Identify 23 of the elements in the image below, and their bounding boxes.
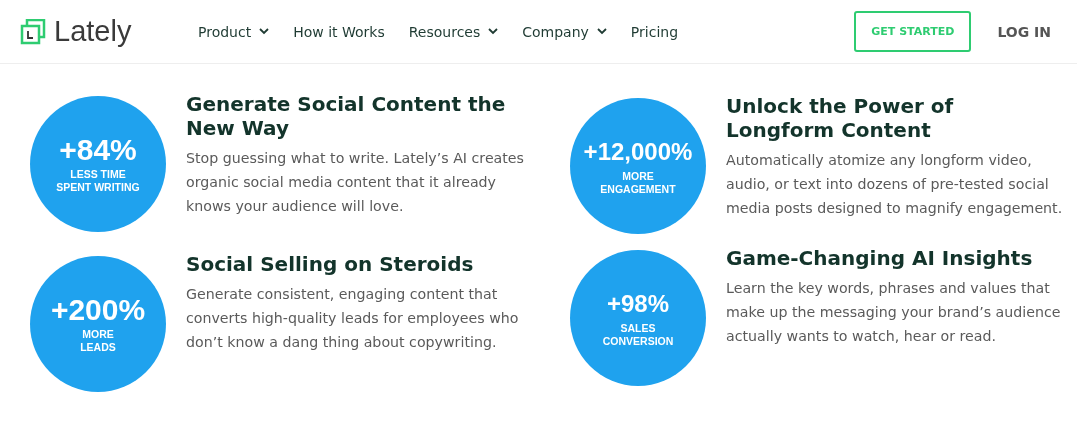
nav-link[interactable]: Company: [522, 23, 607, 40]
caret-icon[interactable]: [259, 28, 270, 35]
feature-title: Game-Changing AI Insights: [726, 246, 1034, 270]
feature-description: Stop guessing what to write. Lately’s AI creates organic social media content that it already knows your audience will love.: [186, 149, 525, 216]
logo-icon: [20, 18, 46, 45]
caret-icon[interactable]: [488, 28, 499, 35]
feature-description: Automatically atomize any longform video, audio, or text into dozens of pre-tested social media posts designed to magnify engagement.: [726, 151, 1064, 218]
login-link[interactable]: LOG IN: [997, 23, 1051, 40]
feature-title: Generate Social Content the New Way: [186, 92, 507, 140]
caret-icon[interactable]: [596, 28, 607, 35]
nav-link[interactable]: Pricing: [630, 23, 679, 40]
nav-link[interactable]: Resources: [408, 23, 499, 40]
feature-description: Generate consistent, engaging content that converts high-quality leads for employees who don’t know a dang thing about copywriting.: [186, 285, 520, 352]
feature-title: Unlock the Power of Longform Content: [726, 94, 955, 142]
nav-link[interactable]: How it Works: [293, 23, 385, 40]
feature-description: Learn the key words, phrases and values that make up the messaging your brand’s audience actually wants to watch, hear or read.: [726, 279, 1062, 346]
nav-link[interactable]: Product: [198, 23, 270, 40]
stat-badge: +84% LESS TIME SPENT WRITING: [30, 96, 166, 232]
stat-badge: +98% SALES CONVERSION: [570, 250, 706, 386]
logo-text[interactable]: Lately: [54, 15, 132, 48]
feature-title: Social Selling on Steroids: [186, 252, 475, 276]
stat-badge: +200% MORE LEADS: [30, 256, 166, 392]
stat-badge: +12,000% MORE ENGAGEMENT: [570, 98, 706, 234]
